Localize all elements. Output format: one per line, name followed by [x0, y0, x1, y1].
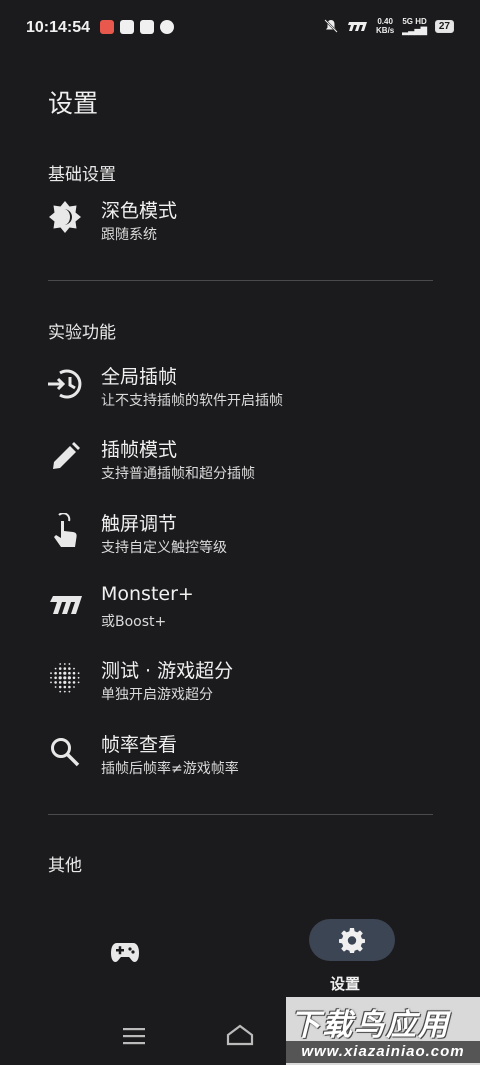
mute-icon — [324, 19, 338, 33]
dot — [63, 685, 67, 689]
status-right-group: 0.40 KB/s 5G HD ▂▃▅▇ 27 — [324, 17, 454, 35]
dot — [50, 672, 52, 675]
setting-row-touch-adjust[interactable]: 触屏调节 支持自定义触控等级 — [0, 509, 480, 569]
dot — [68, 663, 71, 665]
dot — [58, 671, 62, 675]
page-title: 设置 — [48, 89, 99, 118]
dot — [63, 690, 66, 693]
signal-indicator: 5G HD ▂▃▅▇ — [402, 17, 427, 35]
dot — [67, 676, 71, 680]
dot — [77, 672, 80, 675]
global-interpolation-subtitle: 让不支持插帧的软件开启插帧 — [101, 393, 283, 409]
dark-mode-title: 深色模式 — [101, 200, 178, 222]
monster-status-icon — [348, 22, 368, 31]
dot — [54, 676, 57, 680]
dot — [68, 685, 71, 689]
dot — [73, 667, 75, 670]
divider — [48, 280, 433, 281]
framerate-view-title: 帧率查看 — [101, 734, 178, 756]
dot — [58, 676, 62, 680]
setting-row-framerate-view[interactable]: 帧率查看 插帧后帧率≠游戏帧率 — [0, 730, 480, 790]
dot — [72, 671, 76, 675]
dot — [72, 676, 76, 680]
framerate-view-subtitle: 插帧后帧率≠游戏帧率 — [101, 761, 239, 777]
dot — [63, 676, 67, 680]
dot — [50, 676, 52, 679]
dot — [72, 681, 76, 684]
mail-notification-icon — [140, 20, 154, 34]
dot — [68, 671, 71, 675]
battery-indicator: 27 — [434, 19, 454, 33]
global-interpolation-icon — [46, 365, 84, 403]
dot — [59, 690, 62, 693]
watermark-title: 下载鸟应用 — [290, 1008, 450, 1043]
dot — [63, 671, 67, 675]
dot — [54, 671, 57, 675]
menu-icon — [123, 1028, 145, 1045]
dot — [58, 685, 62, 689]
dot — [73, 686, 75, 688]
dot — [59, 663, 62, 665]
interpolation-mode-subtitle: 支持普通插帧和超分插帧 — [101, 466, 255, 482]
nav-settings-label: 设置 — [330, 975, 361, 993]
system-menu-button[interactable] — [123, 1027, 145, 1049]
divider — [48, 814, 433, 815]
dot — [63, 680, 67, 684]
nav-settings-tab[interactable] — [309, 919, 395, 961]
home-icon — [226, 1024, 254, 1046]
app-notification-icon — [100, 20, 114, 34]
setting-row-global-interpolation[interactable]: 全局插帧 让不支持插帧的软件开启插帧 — [0, 362, 480, 422]
monster-subtitle: 或Boost+ — [101, 614, 167, 630]
status-bar: 10:14:54 0.40 KB/s 5G HD ▂▃▅▇ 27 — [0, 0, 480, 60]
net-speed: 0.40 KB/s — [376, 17, 395, 35]
game-upscale-subtitle: 单独开启游戏超分 — [101, 687, 213, 703]
dot — [68, 690, 71, 693]
dot — [68, 667, 71, 670]
nav-games-tab[interactable] — [110, 941, 140, 967]
system-home-button[interactable] — [226, 1024, 254, 1050]
interpolation-mode-title: 插帧模式 — [101, 439, 178, 461]
dot — [58, 681, 62, 684]
monster-title: Monster+ — [101, 583, 194, 605]
link-notification-icon — [120, 20, 134, 34]
game-notification-icon — [160, 20, 174, 34]
search-icon — [46, 733, 84, 771]
dot — [54, 681, 57, 684]
touch-adjust-subtitle: 支持自定义触控等级 — [101, 540, 227, 556]
settings-screen: 10:14:54 0.40 KB/s 5G HD ▂▃▅▇ 27 设置 基础设置 深… — [0, 0, 480, 1065]
dot — [63, 663, 66, 665]
dot — [68, 681, 71, 684]
dot — [58, 667, 62, 670]
pencil-icon — [46, 438, 84, 476]
section-header-other: 其他 — [48, 856, 82, 876]
watermark: 下载鸟应用 www.xiazainiao.com — [286, 997, 480, 1065]
dark-mode-subtitle: 跟随系统 — [101, 227, 157, 243]
setting-row-monster[interactable]: Monster+ 或Boost+ — [0, 583, 480, 643]
game-upscale-title: 测试 · 游戏超分 — [101, 660, 234, 682]
status-time: 10:14:54 — [26, 19, 91, 36]
bottom-navigation: 设置 — [0, 905, 480, 1000]
notification-icons — [100, 20, 174, 34]
section-header-basic: 基础设置 — [48, 165, 116, 185]
touch-adjust-title: 触屏调节 — [101, 513, 178, 535]
dots-grid-icon — [46, 659, 84, 697]
gamepad-icon — [111, 943, 139, 962]
setting-row-game-upscale[interactable]: 测试 · 游戏超分 单独开启游戏超分 — [0, 656, 480, 716]
dot — [54, 667, 57, 670]
section-header-experimental: 实验功能 — [48, 323, 116, 343]
dark-mode-icon — [46, 198, 84, 236]
watermark-url: www.xiazainiao.com — [286, 1041, 480, 1063]
dot — [77, 681, 80, 684]
gear-icon — [339, 928, 365, 953]
dot — [77, 676, 80, 679]
dot — [50, 681, 52, 684]
touch-icon — [46, 512, 84, 550]
setting-row-dark-mode[interactable]: 深色模式 跟随系统 — [0, 196, 480, 256]
monster-logo-icon — [46, 585, 84, 623]
dot — [63, 667, 67, 670]
dot — [54, 686, 57, 688]
global-interpolation-title: 全局插帧 — [101, 366, 178, 388]
setting-row-interpolation-mode[interactable]: 插帧模式 支持普通插帧和超分插帧 — [0, 435, 480, 495]
